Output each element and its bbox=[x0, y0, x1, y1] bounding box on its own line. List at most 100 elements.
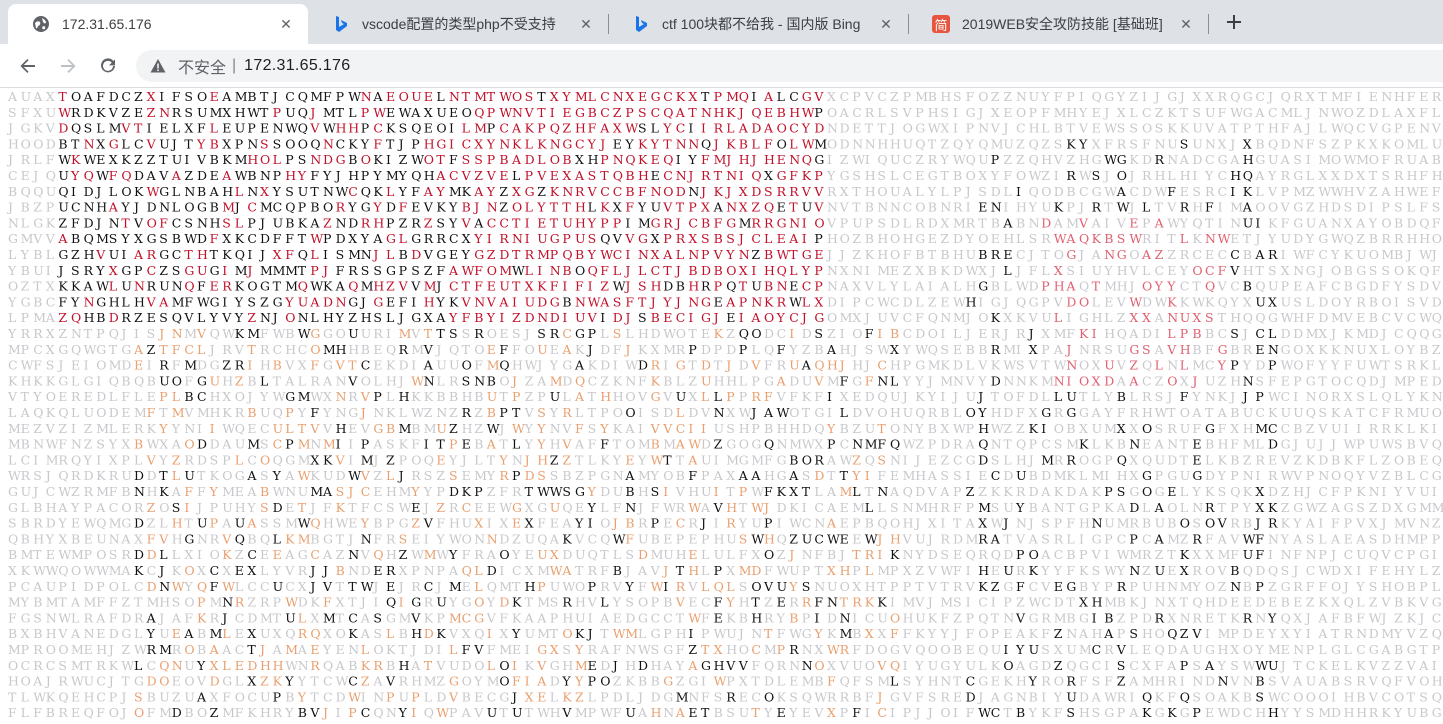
art-letter: Z bbox=[1016, 595, 1025, 610]
art-letter: D bbox=[424, 626, 434, 641]
art-letter: X bbox=[525, 516, 534, 531]
art-letter: C bbox=[1180, 279, 1190, 294]
art-letter: T bbox=[487, 89, 496, 104]
art-letter: K bbox=[159, 484, 169, 499]
art-letter: B bbox=[71, 531, 80, 546]
close-tab-icon[interactable]: ✕ bbox=[576, 14, 596, 34]
art-letter: D bbox=[1142, 326, 1152, 341]
tab-vscode[interactable]: vscode配置的类型php不受支持 ✕ bbox=[308, 4, 608, 44]
art-letter: N bbox=[449, 89, 460, 104]
art-letter: S bbox=[1092, 168, 1101, 183]
art-letter: N bbox=[827, 263, 838, 278]
art-letter: B bbox=[21, 437, 30, 452]
art-letter: T bbox=[991, 610, 1000, 625]
tab-bing-search[interactable]: ctf 100块都不给我 - 国内版 Bing ✕ bbox=[608, 4, 908, 44]
art-letter: Z bbox=[449, 421, 458, 436]
art-letter: R bbox=[751, 389, 761, 404]
art-letter: C bbox=[235, 610, 245, 625]
art-letter: S bbox=[940, 547, 949, 562]
tab-active[interactable]: 172.31.65.176 ✕ bbox=[8, 4, 308, 44]
art-letter: K bbox=[336, 500, 346, 515]
art-letter: R bbox=[827, 184, 837, 199]
reload-button[interactable] bbox=[94, 52, 122, 80]
art-letter: W bbox=[1344, 152, 1357, 167]
art-letter: P bbox=[411, 136, 419, 151]
art-letter: P bbox=[21, 642, 29, 657]
art-letter: W bbox=[172, 579, 185, 594]
art-letter: H bbox=[915, 468, 926, 483]
art-letter: K bbox=[348, 626, 358, 641]
art-letter: B bbox=[462, 200, 471, 215]
art-letter: Y bbox=[788, 579, 798, 594]
art-letter: G bbox=[1205, 642, 1215, 657]
art-letter: P bbox=[1281, 184, 1289, 199]
art-letter: R bbox=[865, 105, 875, 120]
url-text[interactable]: 172.31.65.176 bbox=[244, 57, 350, 75]
art-letter: D bbox=[789, 373, 799, 388]
close-tab-icon[interactable]: ✕ bbox=[876, 14, 896, 34]
art-letter: R bbox=[1167, 421, 1177, 436]
art-letter: P bbox=[1104, 452, 1112, 467]
art-letter: U bbox=[1041, 310, 1052, 325]
art-letter: K bbox=[273, 674, 283, 689]
address-bar[interactable]: 不安全 | 172.31.65.176 bbox=[136, 50, 1443, 82]
art-letter: S bbox=[1356, 389, 1365, 404]
art-letter: T bbox=[348, 579, 357, 594]
security-label[interactable]: 不安全 bbox=[178, 54, 226, 78]
art-letter: D bbox=[1205, 468, 1215, 483]
art-letter: Q bbox=[21, 184, 31, 199]
art-letter: C bbox=[978, 595, 988, 610]
art-letter: R bbox=[726, 689, 736, 704]
art-letter: W bbox=[613, 279, 626, 294]
art-letter: I bbox=[336, 705, 341, 720]
art-letter: R bbox=[676, 342, 686, 357]
art-letter: X bbox=[1243, 294, 1252, 309]
art-letter: O bbox=[499, 658, 509, 673]
art-letter: A bbox=[1116, 373, 1127, 388]
art-letter: L bbox=[109, 184, 117, 199]
art-letter: X bbox=[109, 452, 118, 467]
art-letter: K bbox=[1344, 326, 1354, 341]
close-tab-icon[interactable]: ✕ bbox=[1176, 14, 1196, 34]
art-letter: R bbox=[172, 105, 182, 120]
art-letter: X bbox=[222, 136, 231, 151]
art-letter: Z bbox=[1180, 626, 1189, 641]
art-letter: C bbox=[462, 136, 472, 151]
art-letter: F bbox=[903, 626, 912, 641]
art-letter: E bbox=[714, 294, 723, 309]
art-letter: F bbox=[109, 595, 118, 610]
art-letter: D bbox=[197, 452, 207, 467]
art-letter: K bbox=[1029, 373, 1039, 388]
art-letter: I bbox=[827, 405, 832, 420]
art-letter: V bbox=[1015, 531, 1026, 546]
art-letter: S bbox=[1381, 168, 1390, 183]
art-letter: B bbox=[373, 516, 382, 531]
art-letter: E bbox=[1281, 373, 1290, 388]
art-letter: Q bbox=[865, 452, 875, 467]
art-letter: I bbox=[134, 326, 139, 341]
new-tab-button[interactable] bbox=[1222, 10, 1246, 34]
art-letter: K bbox=[399, 437, 409, 452]
art-letter: S bbox=[991, 500, 1000, 515]
back-button[interactable] bbox=[14, 52, 42, 80]
forward-button[interactable] bbox=[54, 52, 82, 80]
art-letter: Q bbox=[487, 579, 497, 594]
art-letter: U bbox=[109, 247, 120, 262]
art-letter: R bbox=[789, 184, 799, 199]
art-letter: P bbox=[840, 705, 848, 720]
art-letter: P bbox=[903, 705, 911, 720]
art-letter: T bbox=[159, 405, 168, 420]
art-letter: B bbox=[260, 484, 269, 499]
close-tab-icon[interactable]: ✕ bbox=[276, 14, 296, 34]
art-letter: J bbox=[913, 452, 920, 467]
art-letter: T bbox=[877, 579, 886, 594]
art-letter: K bbox=[386, 121, 396, 136]
art-letter: G bbox=[739, 452, 749, 467]
art-letter: I bbox=[1205, 626, 1210, 641]
tab-web-security[interactable]: 简 2019WEB安全攻防技能 [基础班] ✕ bbox=[908, 4, 1208, 44]
art-letter: A bbox=[246, 468, 257, 483]
art-letter: R bbox=[58, 674, 68, 689]
art-letter: A bbox=[839, 279, 850, 294]
art-letter: O bbox=[474, 595, 484, 610]
art-letter: D bbox=[1381, 500, 1391, 515]
